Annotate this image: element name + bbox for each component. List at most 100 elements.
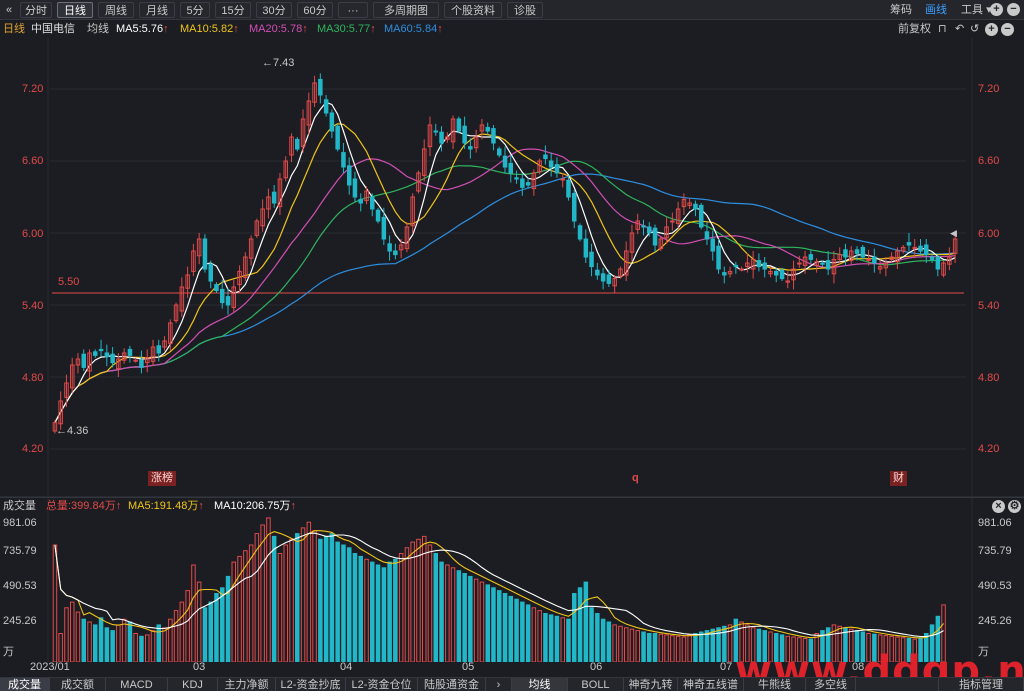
- volume-bar-up: [277, 553, 283, 662]
- volume-bar-up: [445, 564, 450, 662]
- tab-boll[interactable]: BOLL: [568, 678, 624, 691]
- candle-down: [924, 244, 929, 256]
- volume-bar-down: [595, 613, 600, 662]
- close-volume-pane-icon[interactable]: ×: [992, 500, 1005, 513]
- event-badge-q[interactable]: q: [629, 471, 642, 486]
- period-5min-tab[interactable]: 5分: [180, 2, 210, 18]
- tab-turnover[interactable]: 成交额: [50, 678, 106, 691]
- date-label-apr: 04: [340, 661, 353, 673]
- volume-bar-up: [133, 633, 138, 662]
- tools-menu-button[interactable]: 工具 ▾: [961, 2, 992, 18]
- volume-bar-down: [387, 561, 392, 662]
- period-weekly-tab[interactable]: 周线: [98, 2, 134, 18]
- volume-bar-up: [479, 581, 485, 662]
- undo-icon[interactable]: ↶: [955, 23, 964, 35]
- minus-circle-icon[interactable]: −: [1007, 3, 1020, 16]
- volume-bar-up: [266, 517, 271, 662]
- kline-chart[interactable]: [0, 38, 1024, 662]
- candle-down: [271, 191, 277, 204]
- tab-long-short[interactable]: 多空线: [806, 678, 856, 691]
- period-monthly-tab[interactable]: 月线: [139, 2, 175, 18]
- candle-down: [335, 125, 340, 150]
- zoom-in-icon[interactable]: +: [985, 23, 998, 36]
- volume-bar-down: [502, 593, 508, 662]
- tab-kdj[interactable]: KDJ: [168, 678, 218, 691]
- period-30min-tab[interactable]: 30分: [256, 2, 292, 18]
- event-badge-finance[interactable]: 财: [890, 471, 907, 486]
- period-15min-tab[interactable]: 15分: [215, 2, 251, 18]
- candle-down: [756, 260, 762, 268]
- price-tick-left-5: 4.80: [22, 372, 44, 384]
- stock-profile-button[interactable]: 个股资料: [444, 2, 502, 18]
- candle-down: [456, 118, 462, 132]
- ma-menu-label[interactable]: 均线: [87, 20, 109, 38]
- ma30-legend: MA30:5.77↑: [317, 23, 376, 35]
- tab-nine-turn[interactable]: 神奇九转: [624, 678, 678, 691]
- candle-down: [220, 288, 225, 304]
- volume-bar-down: [110, 630, 115, 662]
- event-badge-hot-list[interactable]: 涨榜: [148, 471, 176, 486]
- period-60min-tab[interactable]: 60分: [297, 2, 333, 18]
- low-price-label: ←4.36: [56, 425, 89, 437]
- chevron-right-icon[interactable]: ›: [486, 678, 512, 691]
- candle-down: [208, 263, 213, 282]
- period-minute-tab[interactable]: 分时: [20, 2, 52, 18]
- candle-down: [808, 254, 814, 260]
- multi-period-button[interactable]: 多周期图: [373, 2, 439, 18]
- zoom-out-icon[interactable]: −: [1001, 23, 1014, 36]
- volume-bar-up: [404, 547, 410, 662]
- tab-ma[interactable]: 均线: [512, 678, 568, 691]
- candle-down: [566, 179, 571, 198]
- price-tick-right-4: 5.40: [978, 300, 1000, 312]
- vol-tick-left-4: 245.26: [3, 615, 37, 627]
- volume-bar-down: [329, 533, 335, 662]
- volume-bar-up: [173, 610, 179, 662]
- double-chevron-left-icon[interactable]: «: [2, 2, 16, 18]
- candle-down: [341, 152, 346, 168]
- date-label-jul: 07: [720, 661, 733, 673]
- stock-name: 中国电信: [31, 23, 75, 35]
- volume-bar-down: [491, 587, 496, 662]
- candle-down: [929, 256, 935, 260]
- tab-main-net[interactable]: 主力净额: [218, 678, 276, 691]
- candle-down: [641, 225, 646, 228]
- more-periods-button[interactable]: ···: [338, 2, 368, 18]
- chips-button[interactable]: 筹码: [890, 2, 912, 18]
- ma20-line: [54, 148, 956, 423]
- volume-bar-up: [87, 621, 92, 662]
- tab-l2-bottom[interactable]: L2-资金抄底: [276, 678, 346, 691]
- indicator-manager-button[interactable]: 指标管理: [938, 678, 1024, 691]
- plus-circle-icon[interactable]: +: [990, 3, 1003, 16]
- arrow-up-icon: ↑: [163, 23, 169, 35]
- volume-bar-down: [220, 587, 225, 662]
- volume-bar-up: [675, 635, 681, 662]
- candle-down: [722, 272, 727, 276]
- volume-ma10: MA10:206.75万↑: [214, 500, 296, 512]
- tab-macd[interactable]: MACD: [106, 678, 168, 691]
- adjust-mode-button[interactable]: 前复权: [898, 20, 931, 38]
- lock-icon[interactable]: ⊓: [938, 23, 947, 35]
- settings-icon[interactable]: ↺: [970, 23, 979, 35]
- volume-bar-down: [139, 635, 144, 662]
- volume-bar-down: [583, 581, 589, 662]
- ma10-legend: MA10:5.82↑: [180, 23, 239, 35]
- volume-bar-down: [271, 535, 277, 662]
- volume-settings-icon[interactable]: ⚙: [1008, 500, 1021, 513]
- tab-northbound[interactable]: 陆股通资金: [418, 678, 486, 691]
- candle-down: [110, 353, 115, 364]
- volume-bar-up: [422, 535, 427, 662]
- tab-five-line[interactable]: 神奇五线谱: [678, 678, 744, 691]
- current-price-marker-icon: ◀: [950, 228, 957, 238]
- volume-bar-down: [543, 613, 548, 662]
- candle-down: [860, 246, 866, 258]
- period-daily-tab[interactable]: 日线: [57, 2, 93, 18]
- diagnose-button[interactable]: 诊股: [507, 2, 543, 18]
- tab-l2-position[interactable]: L2-资金仓位: [346, 678, 418, 691]
- price-tick-right-6: 4.20: [978, 443, 1000, 455]
- draw-line-button[interactable]: 画线: [925, 2, 947, 18]
- tab-bull-bear[interactable]: 牛熊线: [744, 678, 806, 691]
- volume-ma5: MA5:191.48万↑: [128, 500, 204, 512]
- candle-down: [214, 284, 219, 292]
- tab-volume[interactable]: 成交量: [0, 678, 50, 691]
- main-chart-header: 日线 中国电信 均线 MA5:5.76↑ MA10:5.82↑ MA20:5.7…: [0, 20, 1024, 38]
